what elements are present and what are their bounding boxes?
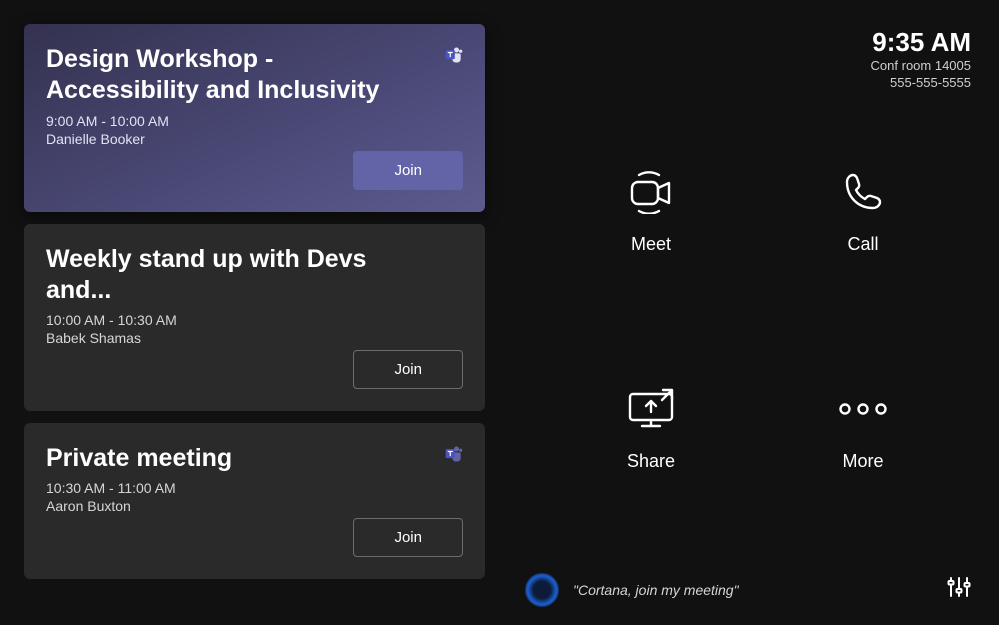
meeting-organizer: Babek Shamas [46,330,463,346]
action-label: More [842,451,883,472]
settings-button[interactable] [943,572,975,607]
call-button[interactable]: Call [767,168,959,255]
sliders-icon [947,576,971,598]
cortana-hint: "Cortana, join my meeting" [573,582,739,598]
meeting-title: Weekly stand up with Devs and... [46,244,427,307]
join-button[interactable]: Join [353,350,463,389]
clock: 9:35 AM [871,28,971,57]
meeting-card[interactable]: Private meeting 10:30 AM - 11:00 AM Aaro… [24,423,485,579]
room-phone: 555-555-5555 [871,74,971,92]
teams-icon [443,443,465,465]
phone-icon [842,168,884,216]
meeting-time: 9:00 AM - 10:00 AM [46,113,463,129]
join-button[interactable]: Join [353,151,463,190]
share-screen-icon [626,385,676,433]
meeting-time: 10:00 AM - 10:30 AM [46,312,463,328]
action-label: Share [627,451,675,472]
meeting-card[interactable]: Weekly stand up with Devs and... 10:00 A… [24,224,485,412]
meeting-card[interactable]: Design Workshop - Accessibility and Incl… [24,24,485,212]
share-button[interactable]: Share [555,385,747,472]
room-name: Conf room 14005 [871,57,971,75]
meeting-title: Design Workshop - Accessibility and Incl… [46,44,427,107]
meeting-organizer: Aaron Buxton [46,498,463,514]
join-button[interactable]: Join [353,518,463,557]
action-label: Call [847,234,878,255]
meeting-title: Private meeting [46,443,427,474]
room-header: 9:35 AM Conf room 14005 555-555-5555 [871,28,971,92]
action-label: Meet [631,234,671,255]
more-icon [836,385,890,433]
meeting-list: Design Workshop - Accessibility and Incl… [0,0,495,625]
meet-button[interactable]: Meet [555,168,747,255]
cortana-icon[interactable] [525,573,559,607]
meeting-time: 10:30 AM - 11:00 AM [46,480,463,496]
teams-icon [443,44,465,66]
video-camera-icon [625,168,677,216]
meeting-organizer: Danielle Booker [46,131,463,147]
more-button[interactable]: More [767,385,959,472]
